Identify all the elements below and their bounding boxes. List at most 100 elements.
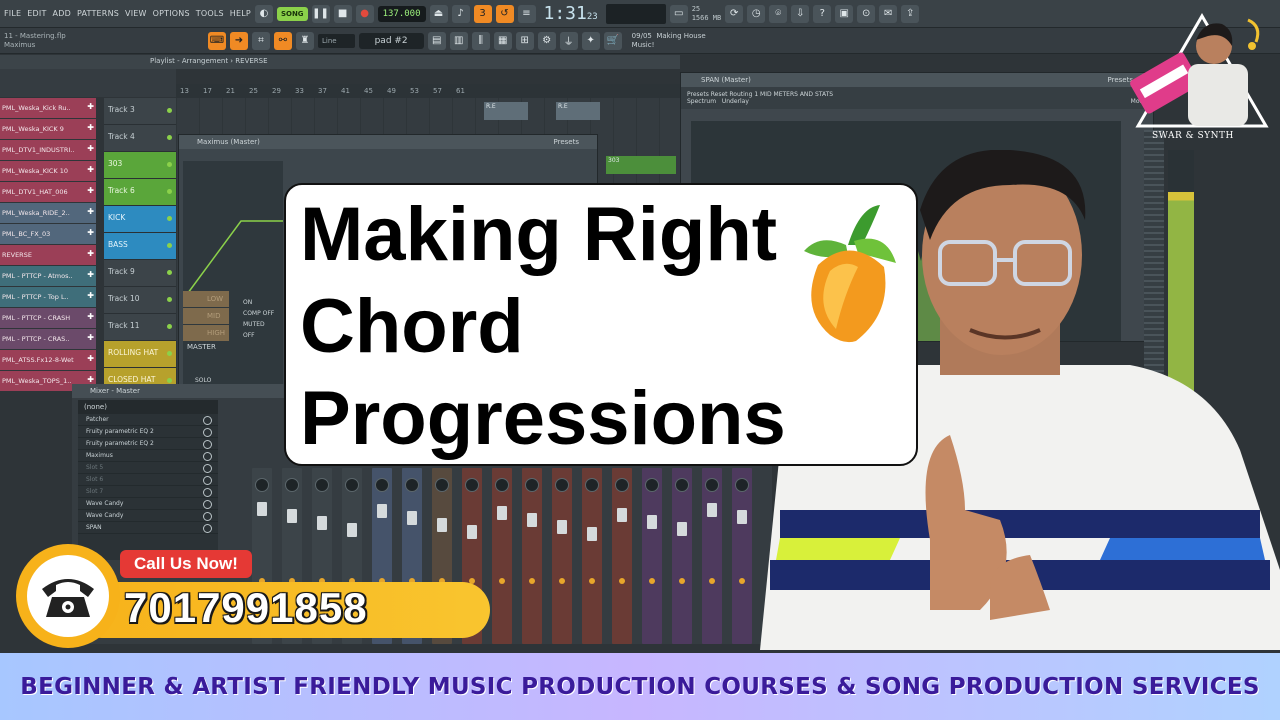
route-indicator-icon[interactable] [559, 578, 565, 584]
mixer-channel-strip[interactable] [702, 468, 722, 644]
blend-notes-icon[interactable]: ≡ [517, 4, 536, 23]
mixer-channel-strip[interactable] [522, 468, 542, 644]
volume-fader[interactable] [617, 508, 627, 522]
mode-off[interactable]: OFF [243, 330, 274, 341]
pan-knob[interactable] [495, 478, 509, 492]
mixer-channel-strip[interactable] [672, 468, 692, 644]
track-header[interactable]: Track 3 [104, 98, 176, 125]
mixer-channel-strip[interactable] [612, 468, 632, 644]
track-header[interactable]: Track 11 [104, 314, 176, 341]
pattern-selector[interactable]: pad #2 [358, 32, 424, 49]
maximus-titlebar[interactable]: Maximus (Master) Presets [179, 135, 597, 149]
channel-item[interactable]: PML_DTV1_INDUSTRI.. [0, 140, 96, 160]
channel-item[interactable]: PML - PTTCP - CRASH [0, 308, 96, 328]
typing-keyboard-icon[interactable]: ⌨ [208, 31, 226, 50]
pan-knob[interactable] [525, 478, 539, 492]
export-icon[interactable]: ⇪ [901, 4, 920, 23]
browser-icon[interactable]: ⊞ [515, 31, 534, 50]
volume-fader[interactable] [707, 503, 717, 517]
cart-icon[interactable]: 🛒 [603, 31, 622, 50]
track-header[interactable]: BASS [104, 233, 176, 260]
volume-fader[interactable] [467, 525, 477, 539]
volume-fader[interactable] [347, 523, 357, 537]
channel-item[interactable]: PML_Weska_KICK 9 [0, 119, 96, 139]
volume-fader[interactable] [317, 516, 327, 530]
volume-fader[interactable] [437, 518, 447, 532]
mixer-channel-strip[interactable] [642, 468, 662, 644]
pause-button[interactable]: ❚❚ [311, 4, 330, 23]
track-header[interactable]: Track 6 [104, 179, 176, 206]
magic-icon[interactable]: ✦ [581, 31, 600, 50]
volume-fader[interactable] [407, 511, 417, 525]
mode-comp-off[interactable]: COMP OFF [243, 308, 274, 319]
snap-select[interactable]: Line [318, 33, 355, 48]
call-badge[interactable]: Call Us Now! 7017991858 [14, 540, 490, 650]
pan-knob[interactable] [375, 478, 389, 492]
channel-item[interactable]: PML_DTV1_HAT_006 [0, 182, 96, 202]
mode-on[interactable]: ON [243, 297, 274, 308]
pan-knob[interactable] [645, 478, 659, 492]
track-header[interactable]: Track 10 [104, 287, 176, 314]
help-icon[interactable]: ? [813, 4, 832, 23]
route-indicator-icon[interactable] [589, 578, 595, 584]
menu-help[interactable]: HELP [230, 9, 251, 18]
pan-knob[interactable] [615, 478, 629, 492]
span-tools-label[interactable]: Presets Reset Routing 1 MID METERS AND S… [687, 91, 833, 98]
solo-button[interactable]: SOLO [195, 377, 211, 384]
master-volume-knob-icon[interactable]: ◐ [254, 4, 273, 23]
track-header[interactable]: KICK [104, 206, 176, 233]
phone-number[interactable]: 7017991858 [124, 584, 368, 632]
volume-fader[interactable] [377, 504, 387, 518]
route-indicator-icon[interactable] [709, 578, 715, 584]
band-high[interactable]: HIGH [183, 325, 229, 341]
pan-knob[interactable] [555, 478, 569, 492]
download-icon[interactable]: ⇩ [791, 4, 810, 23]
song-mode-toggle[interactable]: SONG [276, 6, 308, 21]
pan-knob[interactable] [315, 478, 329, 492]
wait-input-icon[interactable]: ⌗ [252, 31, 270, 50]
save-icon[interactable]: ▣ [835, 4, 854, 23]
track-header[interactable]: ROLLING HAT [104, 341, 176, 368]
tempo-display[interactable]: 137.000 [377, 5, 426, 22]
mode-muted[interactable]: MUTED [243, 319, 274, 330]
volume-fader[interactable] [587, 527, 597, 541]
arrow-tool-icon[interactable]: ➜ [230, 31, 248, 50]
mixer-channel-strip[interactable] [582, 468, 602, 644]
plug-icon[interactable]: ⏚ [559, 31, 578, 50]
countdown-icon[interactable]: 3 [473, 4, 492, 23]
pan-knob[interactable] [285, 478, 299, 492]
pattern-clip[interactable]: R.E [556, 102, 600, 120]
mic-icon[interactable]: ⌾ [769, 4, 788, 23]
menu-view[interactable]: VIEW [125, 9, 147, 18]
channel-item[interactable]: PML - PTTCP - Top L.. [0, 287, 96, 307]
menu-options[interactable]: OPTIONS [153, 9, 190, 18]
menu-edit[interactable]: EDIT [27, 9, 46, 18]
channel-rack-icon[interactable]: ▦ [493, 31, 512, 50]
pan-knob[interactable] [675, 478, 689, 492]
channel-item[interactable]: PML_Weska_RIDE_2.. [0, 203, 96, 223]
route-indicator-icon[interactable] [649, 578, 655, 584]
channel-item[interactable]: PML_Weska_Kick Ru.. [0, 98, 96, 118]
channel-item[interactable]: PML - PTTCP - Atmos.. [0, 266, 96, 286]
route-indicator-icon[interactable] [619, 578, 625, 584]
pattern-clip[interactable]: 303 [606, 156, 676, 174]
channel-item[interactable]: PML_ATSS.Fx12-8-Wet [0, 350, 96, 370]
hat-icon[interactable]: ♜ [296, 31, 314, 50]
span-underlay-label[interactable]: Underlay [722, 98, 749, 105]
volume-fader[interactable] [257, 502, 267, 516]
volume-fader[interactable] [287, 509, 297, 523]
menu-add[interactable]: ADD [53, 9, 71, 18]
track-header[interactable]: Track 9 [104, 260, 176, 287]
pan-knob[interactable] [345, 478, 359, 492]
menu-patterns[interactable]: PATTERNS [77, 9, 119, 18]
volume-fader[interactable] [557, 520, 567, 534]
playlist-icon[interactable]: ▤ [427, 31, 446, 50]
metronome-icon[interactable]: ⏏ [429, 4, 448, 23]
pattern-clip[interactable]: R.E [484, 102, 528, 120]
mixer-icon[interactable]: ⫼ [471, 31, 490, 50]
pan-knob[interactable] [405, 478, 419, 492]
volume-fader[interactable] [497, 506, 507, 520]
loop-record-icon[interactable]: ↺ [495, 4, 514, 23]
menu-file[interactable]: FILE [4, 9, 21, 18]
pan-knob[interactable] [585, 478, 599, 492]
